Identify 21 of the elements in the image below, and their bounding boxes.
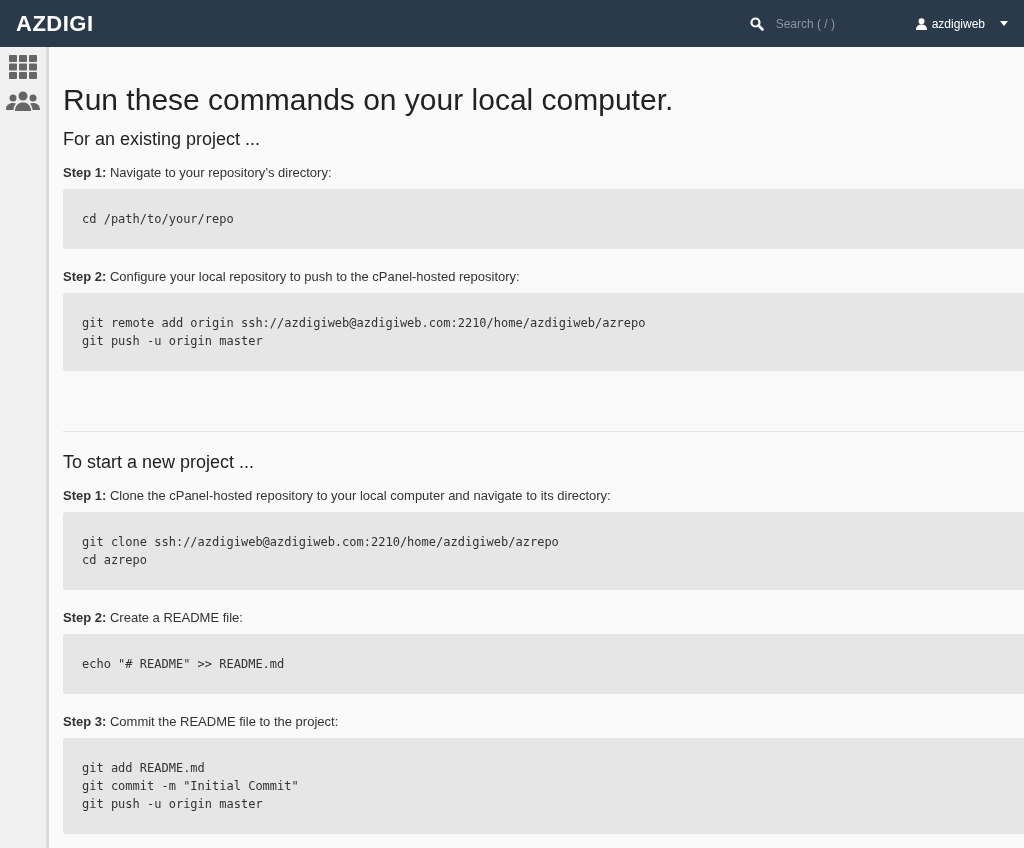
- page-title: Run these commands on your local computer.: [63, 83, 675, 117]
- step-instruction: Step 2: Configure your local repository to push to the cPanel-hosted repository:: [63, 269, 521, 284]
- section-heading: To start a new project ...: [63, 452, 256, 473]
- search-icon: [749, 16, 764, 31]
- step-instruction: Step 1: Clone the cPanel-hosted repository to your local computer and navigate to its directory:: [63, 488, 612, 503]
- step-instruction: Step 3: Commit the README file to the project:: [63, 714, 340, 729]
- code-block: git clone ssh://azdigiweb@azdigiweb.com:2210/home/azdigiweb/azrepo cd azrepo: [63, 512, 1024, 590]
- code-block: git remote add origin ssh://azdigiweb@azdigiweb.com:2210/home/azdigiweb/azrepo git push -u origin master: [63, 293, 1024, 371]
- step-instruction: Step 1: Navigate to your repository’s directory:: [63, 165, 333, 180]
- grid-icon[interactable]: [9, 55, 37, 79]
- code-block: cd /path/to/your/repo: [63, 189, 1024, 249]
- section-heading: For an existing project ...: [63, 129, 262, 150]
- code-block: echo "# README" >> README.md: [63, 634, 1024, 694]
- logo[interactable]: AZDIGI: [16, 10, 94, 37]
- caret-icon: [1000, 21, 1008, 26]
- users-icon[interactable]: [6, 91, 40, 113]
- search-field[interactable]: Search ( / ): [773, 15, 888, 32]
- step-instruction: Step 2: Create a README file:: [63, 610, 244, 625]
- user-menu-button[interactable]: azdigiweb: [909, 10, 1008, 37]
- user-icon: [915, 17, 927, 30]
- code-block: git add README.md git commit -m "Initial Commit" git push -u origin master: [63, 738, 1024, 834]
